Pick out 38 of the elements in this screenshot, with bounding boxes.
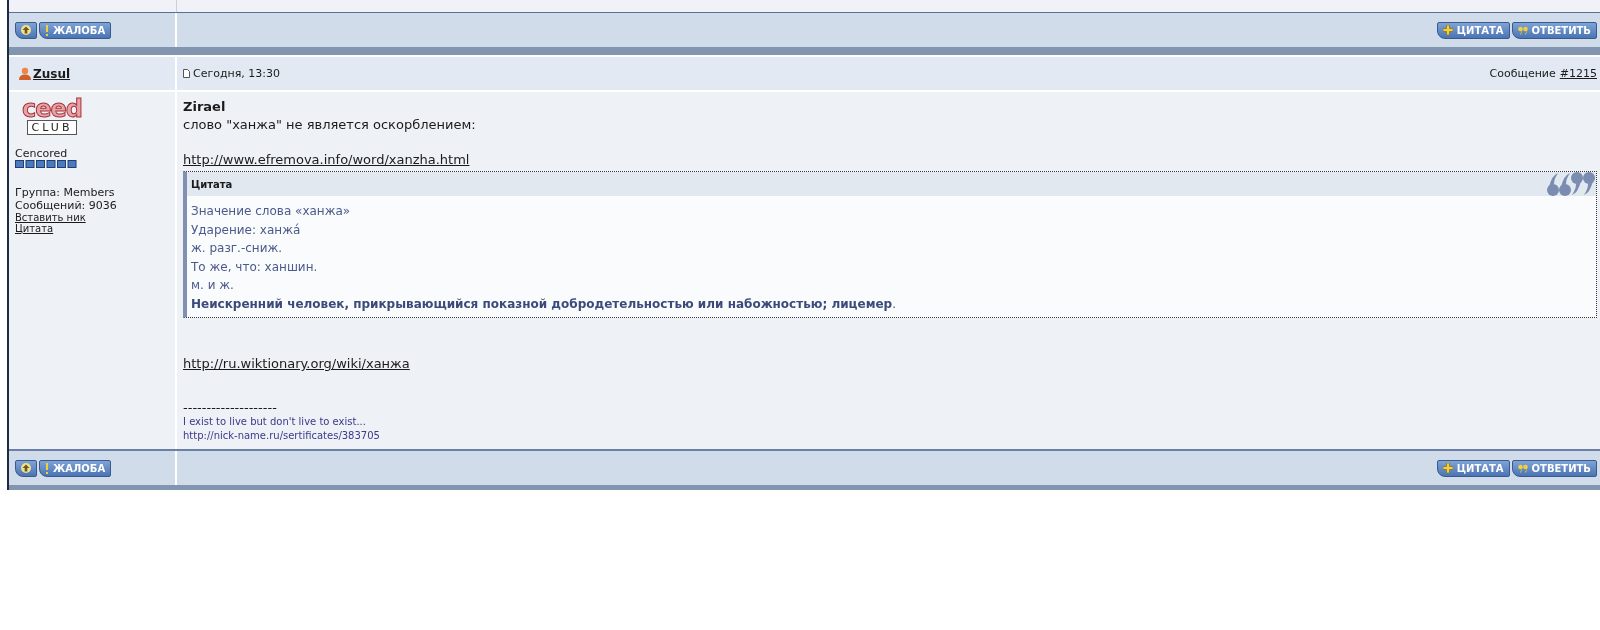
up-button[interactable] <box>15 21 37 39</box>
author-link[interactable]: Zusul <box>33 66 71 81</box>
up-button[interactable] <box>15 459 37 477</box>
quote-line: То же, что: ханшин. <box>191 258 319 276</box>
message-label: Сообщение <box>1489 67 1556 80</box>
up-arrow-icon <box>21 463 31 473</box>
signature-line: I exist to live but don't live to exist... <box>183 415 366 429</box>
quote-line: Значение слова «ханжа» <box>191 203 352 220</box>
club-logo: ceed CLUB <box>21 98 83 135</box>
post-date: Сегодня, 13:30 <box>193 67 281 80</box>
addressee: Zirael <box>183 98 226 116</box>
quote-marks-icon <box>1546 171 1596 197</box>
rank-pips-icon <box>15 160 78 168</box>
user-icon <box>19 67 31 80</box>
quote-title: Цитата <box>191 178 233 190</box>
post-count: Сообщений: 9036 <box>15 199 117 212</box>
up-arrow-icon <box>21 25 31 35</box>
quote-line: Ударение: ханжа́ <box>191 221 302 239</box>
exclamation-icon <box>45 462 49 474</box>
quote-marks-icon <box>1517 463 1528 473</box>
user-group: Группа: Members <box>15 186 115 199</box>
message-link[interactable]: #1215 <box>1559 67 1597 80</box>
plus-icon <box>1442 25 1453 35</box>
signature-line: http://nick-name.ru/sertificates/383705 <box>183 429 380 443</box>
profile-link[interactable]: Вставить ник <box>15 212 86 223</box>
dictionary-link[interactable]: http://www.efremova.info/word/xanzha.html <box>183 152 470 167</box>
plus-icon <box>1442 463 1453 473</box>
signature-separator: -------------------- <box>183 401 277 415</box>
quote-marks-icon <box>1517 25 1528 35</box>
quote-line: м. и ж. <box>191 277 235 294</box>
exclamation-icon <box>45 24 49 36</box>
user-rank: Cencored <box>15 147 68 160</box>
quote-line: ж. разг.-сниж. <box>191 240 284 257</box>
quote-line: Неискренний человек, прикрывающийся показной добродетельностью или набожностью; лицемер. <box>191 295 897 313</box>
post-text: слово "ханжа" не является оскорблением: <box>183 116 476 134</box>
profile-link[interactable]: Цитата <box>15 223 54 234</box>
page-icon <box>183 69 190 78</box>
wiktionary-link[interactable]: http://ru.wiktionary.org/wiki/ханжа <box>183 356 410 371</box>
